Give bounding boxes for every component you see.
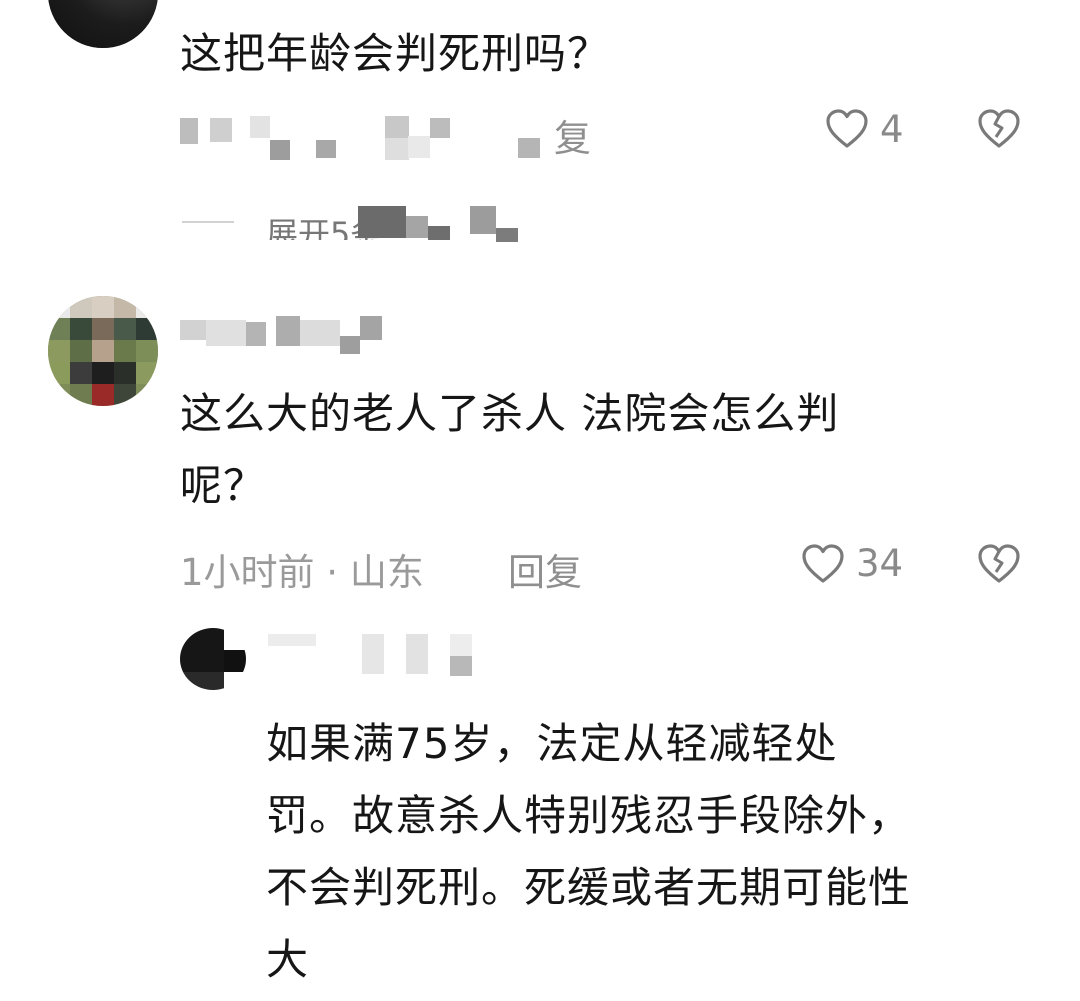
comment-text-line: 呢？: [180, 461, 267, 510]
censored-username: [180, 312, 390, 358]
like-count: 34: [856, 542, 904, 585]
avatar[interactable]: [180, 628, 246, 690]
avatar[interactable]: [48, 296, 158, 406]
reply-button[interactable]: 复: [554, 108, 591, 162]
heart-outline-icon[interactable]: [824, 106, 870, 152]
reply-text-line: 如果满75岁，法定从轻减轻处: [266, 719, 838, 768]
broken-heart-icon[interactable]: [976, 106, 1022, 152]
broken-heart-icon[interactable]: [976, 541, 1022, 587]
reply-text-line: 不会判死刑。死缓或者无期可能性: [266, 863, 912, 912]
like-count: 4: [880, 108, 904, 151]
censored-expand: [300, 202, 530, 244]
expand-divider: [182, 221, 234, 223]
comment-text: 这把年龄会判死刑吗？: [180, 29, 611, 78]
reply-text-line: 罚。故意杀人特别残忍手段除外，: [266, 791, 912, 840]
comment-text-line: 这么大的老人了杀人 法院会怎么判: [180, 389, 840, 438]
avatar[interactable]: [48, 0, 158, 48]
comment-time-location: 1小时前 · 山东: [180, 551, 424, 594]
censored-username: [268, 630, 478, 676]
heart-outline-icon[interactable]: [800, 541, 846, 587]
reply-text-line: 大: [266, 935, 310, 984]
reply-button[interactable]: 回复: [508, 542, 582, 596]
censored-metadata: [180, 112, 550, 162]
